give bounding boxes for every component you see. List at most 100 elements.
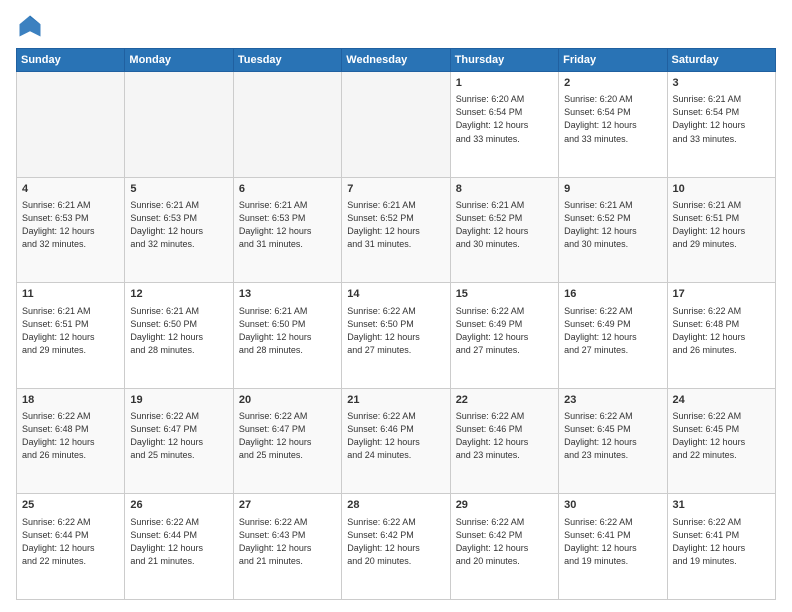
- day-number: 1: [456, 76, 553, 91]
- day-info: Sunrise: 6:22 AM Sunset: 6:41 PM Dayligh…: [673, 516, 770, 568]
- day-number: 24: [673, 393, 770, 408]
- day-number: 29: [456, 498, 553, 513]
- col-sunday: Sunday: [17, 49, 125, 72]
- table-row: 15 Sunrise: 6:22 AM Sunset: 6:49 PM Dayli…: [450, 283, 558, 389]
- day-info: Sunrise: 6:22 AM Sunset: 6:50 PM Dayligh…: [347, 305, 444, 357]
- table-row: 31 Sunrise: 6:22 AM Sunset: 6:41 PM Dayli…: [667, 494, 775, 600]
- day-number: 5: [130, 182, 227, 197]
- page: Sunday Monday Tuesday Wednesday Thursday…: [0, 0, 792, 612]
- logo: [16, 12, 48, 40]
- table-row: 11Sunrise: 6:21 AM Sunset: 6:51 PM Dayli…: [17, 283, 125, 389]
- header: [16, 12, 776, 40]
- generalblue-logo-icon: [16, 12, 44, 40]
- day-number: 21: [347, 393, 444, 408]
- day-info: Sunrise: 6:22 AM Sunset: 6:44 PM Dayligh…: [130, 516, 227, 568]
- day-info: Sunrise: 6:22 AM Sunset: 6:49 PM Dayligh…: [564, 305, 661, 357]
- day-number: 19: [130, 393, 227, 408]
- table-row: 25Sunrise: 6:22 AM Sunset: 6:44 PM Dayli…: [17, 494, 125, 600]
- table-row: 22Sunrise: 6:22 AM Sunset: 6:46 PM Dayli…: [450, 388, 558, 494]
- calendar-week-row: 1 Sunrise: 6:20 AM Sunset: 6:54 PM Daylig…: [17, 72, 776, 178]
- day-info: Sunrise: 6:22 AM Sunset: 6:49 PM Dayligh…: [456, 305, 553, 357]
- day-info: Sunrise: 6:22 AM Sunset: 6:43 PM Dayligh…: [239, 516, 336, 568]
- day-number: 14: [347, 287, 444, 302]
- table-row: 16 Sunrise: 6:22 AM Sunset: 6:49 PM Dayli…: [559, 283, 667, 389]
- table-row: 4 Sunrise: 6:21 AM Sunset: 6:53 PM Daylig…: [17, 177, 125, 283]
- day-info: Sunrise: 6:21 AM Sunset: 6:51 PM Dayligh…: [22, 305, 119, 357]
- day-number: 8: [456, 182, 553, 197]
- day-info: Sunrise: 6:22 AM Sunset: 6:46 PM Dayligh…: [347, 410, 444, 462]
- table-row: 13 Sunrise: 6:21 AM Sunset: 6:50 PM Dayli…: [233, 283, 341, 389]
- calendar-table: Sunday Monday Tuesday Wednesday Thursday…: [16, 48, 776, 600]
- table-row: 14 Sunrise: 6:22 AM Sunset: 6:50 PM Dayli…: [342, 283, 450, 389]
- table-row: 30 Sunrise: 6:22 AM Sunset: 6:41 PM Dayli…: [559, 494, 667, 600]
- day-info: Sunrise: 6:20 AM Sunset: 6:54 PM Dayligh…: [564, 93, 661, 145]
- day-number: 26: [130, 498, 227, 513]
- col-tuesday: Tuesday: [233, 49, 341, 72]
- day-info: Sunrise: 6:22 AM Sunset: 6:42 PM Dayligh…: [456, 516, 553, 568]
- day-number: 25: [22, 498, 119, 513]
- col-monday: Monday: [125, 49, 233, 72]
- day-number: 4: [22, 182, 119, 197]
- table-row: 21 Sunrise: 6:22 AM Sunset: 6:46 PM Dayli…: [342, 388, 450, 494]
- table-row: 5Sunrise: 6:21 AM Sunset: 6:53 PM Daylig…: [125, 177, 233, 283]
- day-info: Sunrise: 6:21 AM Sunset: 6:53 PM Dayligh…: [22, 199, 119, 251]
- day-info: Sunrise: 6:21 AM Sunset: 6:54 PM Dayligh…: [673, 93, 770, 145]
- day-info: Sunrise: 6:21 AM Sunset: 6:52 PM Dayligh…: [564, 199, 661, 251]
- day-number: 12: [130, 287, 227, 302]
- table-row: 26 Sunrise: 6:22 AM Sunset: 6:44 PM Dayli…: [125, 494, 233, 600]
- day-number: 23: [564, 393, 661, 408]
- day-number: 7: [347, 182, 444, 197]
- table-row: [342, 72, 450, 178]
- table-row: 18 Sunrise: 6:22 AM Sunset: 6:48 PM Dayli…: [17, 388, 125, 494]
- day-number: 27: [239, 498, 336, 513]
- table-row: 6 Sunrise: 6:21 AM Sunset: 6:53 PM Daylig…: [233, 177, 341, 283]
- table-row: [17, 72, 125, 178]
- table-row: 24 Sunrise: 6:22 AM Sunset: 6:45 PM Dayli…: [667, 388, 775, 494]
- table-row: 20 Sunrise: 6:22 AM Sunset: 6:47 PM Dayli…: [233, 388, 341, 494]
- day-info: Sunrise: 6:22 AM Sunset: 6:47 PM Dayligh…: [130, 410, 227, 462]
- day-number: 9: [564, 182, 661, 197]
- table-row: 27 Sunrise: 6:22 AM Sunset: 6:43 PM Dayli…: [233, 494, 341, 600]
- day-number: 30: [564, 498, 661, 513]
- day-info: Sunrise: 6:22 AM Sunset: 6:41 PM Dayligh…: [564, 516, 661, 568]
- col-wednesday: Wednesday: [342, 49, 450, 72]
- day-info: Sunrise: 6:22 AM Sunset: 6:48 PM Dayligh…: [22, 410, 119, 462]
- day-number: 18: [22, 393, 119, 408]
- day-info: Sunrise: 6:21 AM Sunset: 6:52 PM Dayligh…: [347, 199, 444, 251]
- day-number: 31: [673, 498, 770, 513]
- table-row: 29 Sunrise: 6:22 AM Sunset: 6:42 PM Dayli…: [450, 494, 558, 600]
- day-number: 2: [564, 76, 661, 91]
- day-info: Sunrise: 6:21 AM Sunset: 6:53 PM Dayligh…: [239, 199, 336, 251]
- day-number: 10: [673, 182, 770, 197]
- table-row: 19 Sunrise: 6:22 AM Sunset: 6:47 PM Dayli…: [125, 388, 233, 494]
- day-number: 13: [239, 287, 336, 302]
- day-info: Sunrise: 6:20 AM Sunset: 6:54 PM Dayligh…: [456, 93, 553, 145]
- day-number: 6: [239, 182, 336, 197]
- day-number: 3: [673, 76, 770, 91]
- day-number: 20: [239, 393, 336, 408]
- calendar-week-row: 18 Sunrise: 6:22 AM Sunset: 6:48 PM Dayli…: [17, 388, 776, 494]
- col-friday: Friday: [559, 49, 667, 72]
- day-info: Sunrise: 6:22 AM Sunset: 6:45 PM Dayligh…: [564, 410, 661, 462]
- day-info: Sunrise: 6:21 AM Sunset: 6:50 PM Dayligh…: [239, 305, 336, 357]
- calendar-week-row: 4 Sunrise: 6:21 AM Sunset: 6:53 PM Daylig…: [17, 177, 776, 283]
- calendar-header-row: Sunday Monday Tuesday Wednesday Thursday…: [17, 49, 776, 72]
- day-info: Sunrise: 6:22 AM Sunset: 6:46 PM Dayligh…: [456, 410, 553, 462]
- day-number: 15: [456, 287, 553, 302]
- day-info: Sunrise: 6:22 AM Sunset: 6:45 PM Dayligh…: [673, 410, 770, 462]
- table-row: 28Sunrise: 6:22 AM Sunset: 6:42 PM Dayli…: [342, 494, 450, 600]
- table-row: 9 Sunrise: 6:21 AM Sunset: 6:52 PM Daylig…: [559, 177, 667, 283]
- calendar-week-row: 25 Sunrise: 6:22 AM Sunset: 6:44 PM Dayli…: [17, 494, 776, 600]
- table-row: 17Sunrise: 6:22 AM Sunset: 6:48 PM Dayli…: [667, 283, 775, 389]
- calendar-week-row: 11Sunrise: 6:21 AM Sunset: 6:51 PM Dayli…: [17, 283, 776, 389]
- table-row: 1 Sunrise: 6:20 AM Sunset: 6:54 PM Daylig…: [450, 72, 558, 178]
- day-info: Sunrise: 6:22 AM Sunset: 6:48 PM Dayligh…: [673, 305, 770, 357]
- day-info: Sunrise: 6:22 AM Sunset: 6:47 PM Dayligh…: [239, 410, 336, 462]
- day-number: 16: [564, 287, 661, 302]
- table-row: 10 Sunrise: 6:21 AM Sunset: 6:51 PM Dayli…: [667, 177, 775, 283]
- day-info: Sunrise: 6:21 AM Sunset: 6:51 PM Dayligh…: [673, 199, 770, 251]
- table-row: [125, 72, 233, 178]
- table-row: 7 Sunrise: 6:21 AM Sunset: 6:52 PM Daylig…: [342, 177, 450, 283]
- table-row: 23 Sunrise: 6:22 AM Sunset: 6:45 PM Dayli…: [559, 388, 667, 494]
- day-info: Sunrise: 6:21 AM Sunset: 6:52 PM Dayligh…: [456, 199, 553, 251]
